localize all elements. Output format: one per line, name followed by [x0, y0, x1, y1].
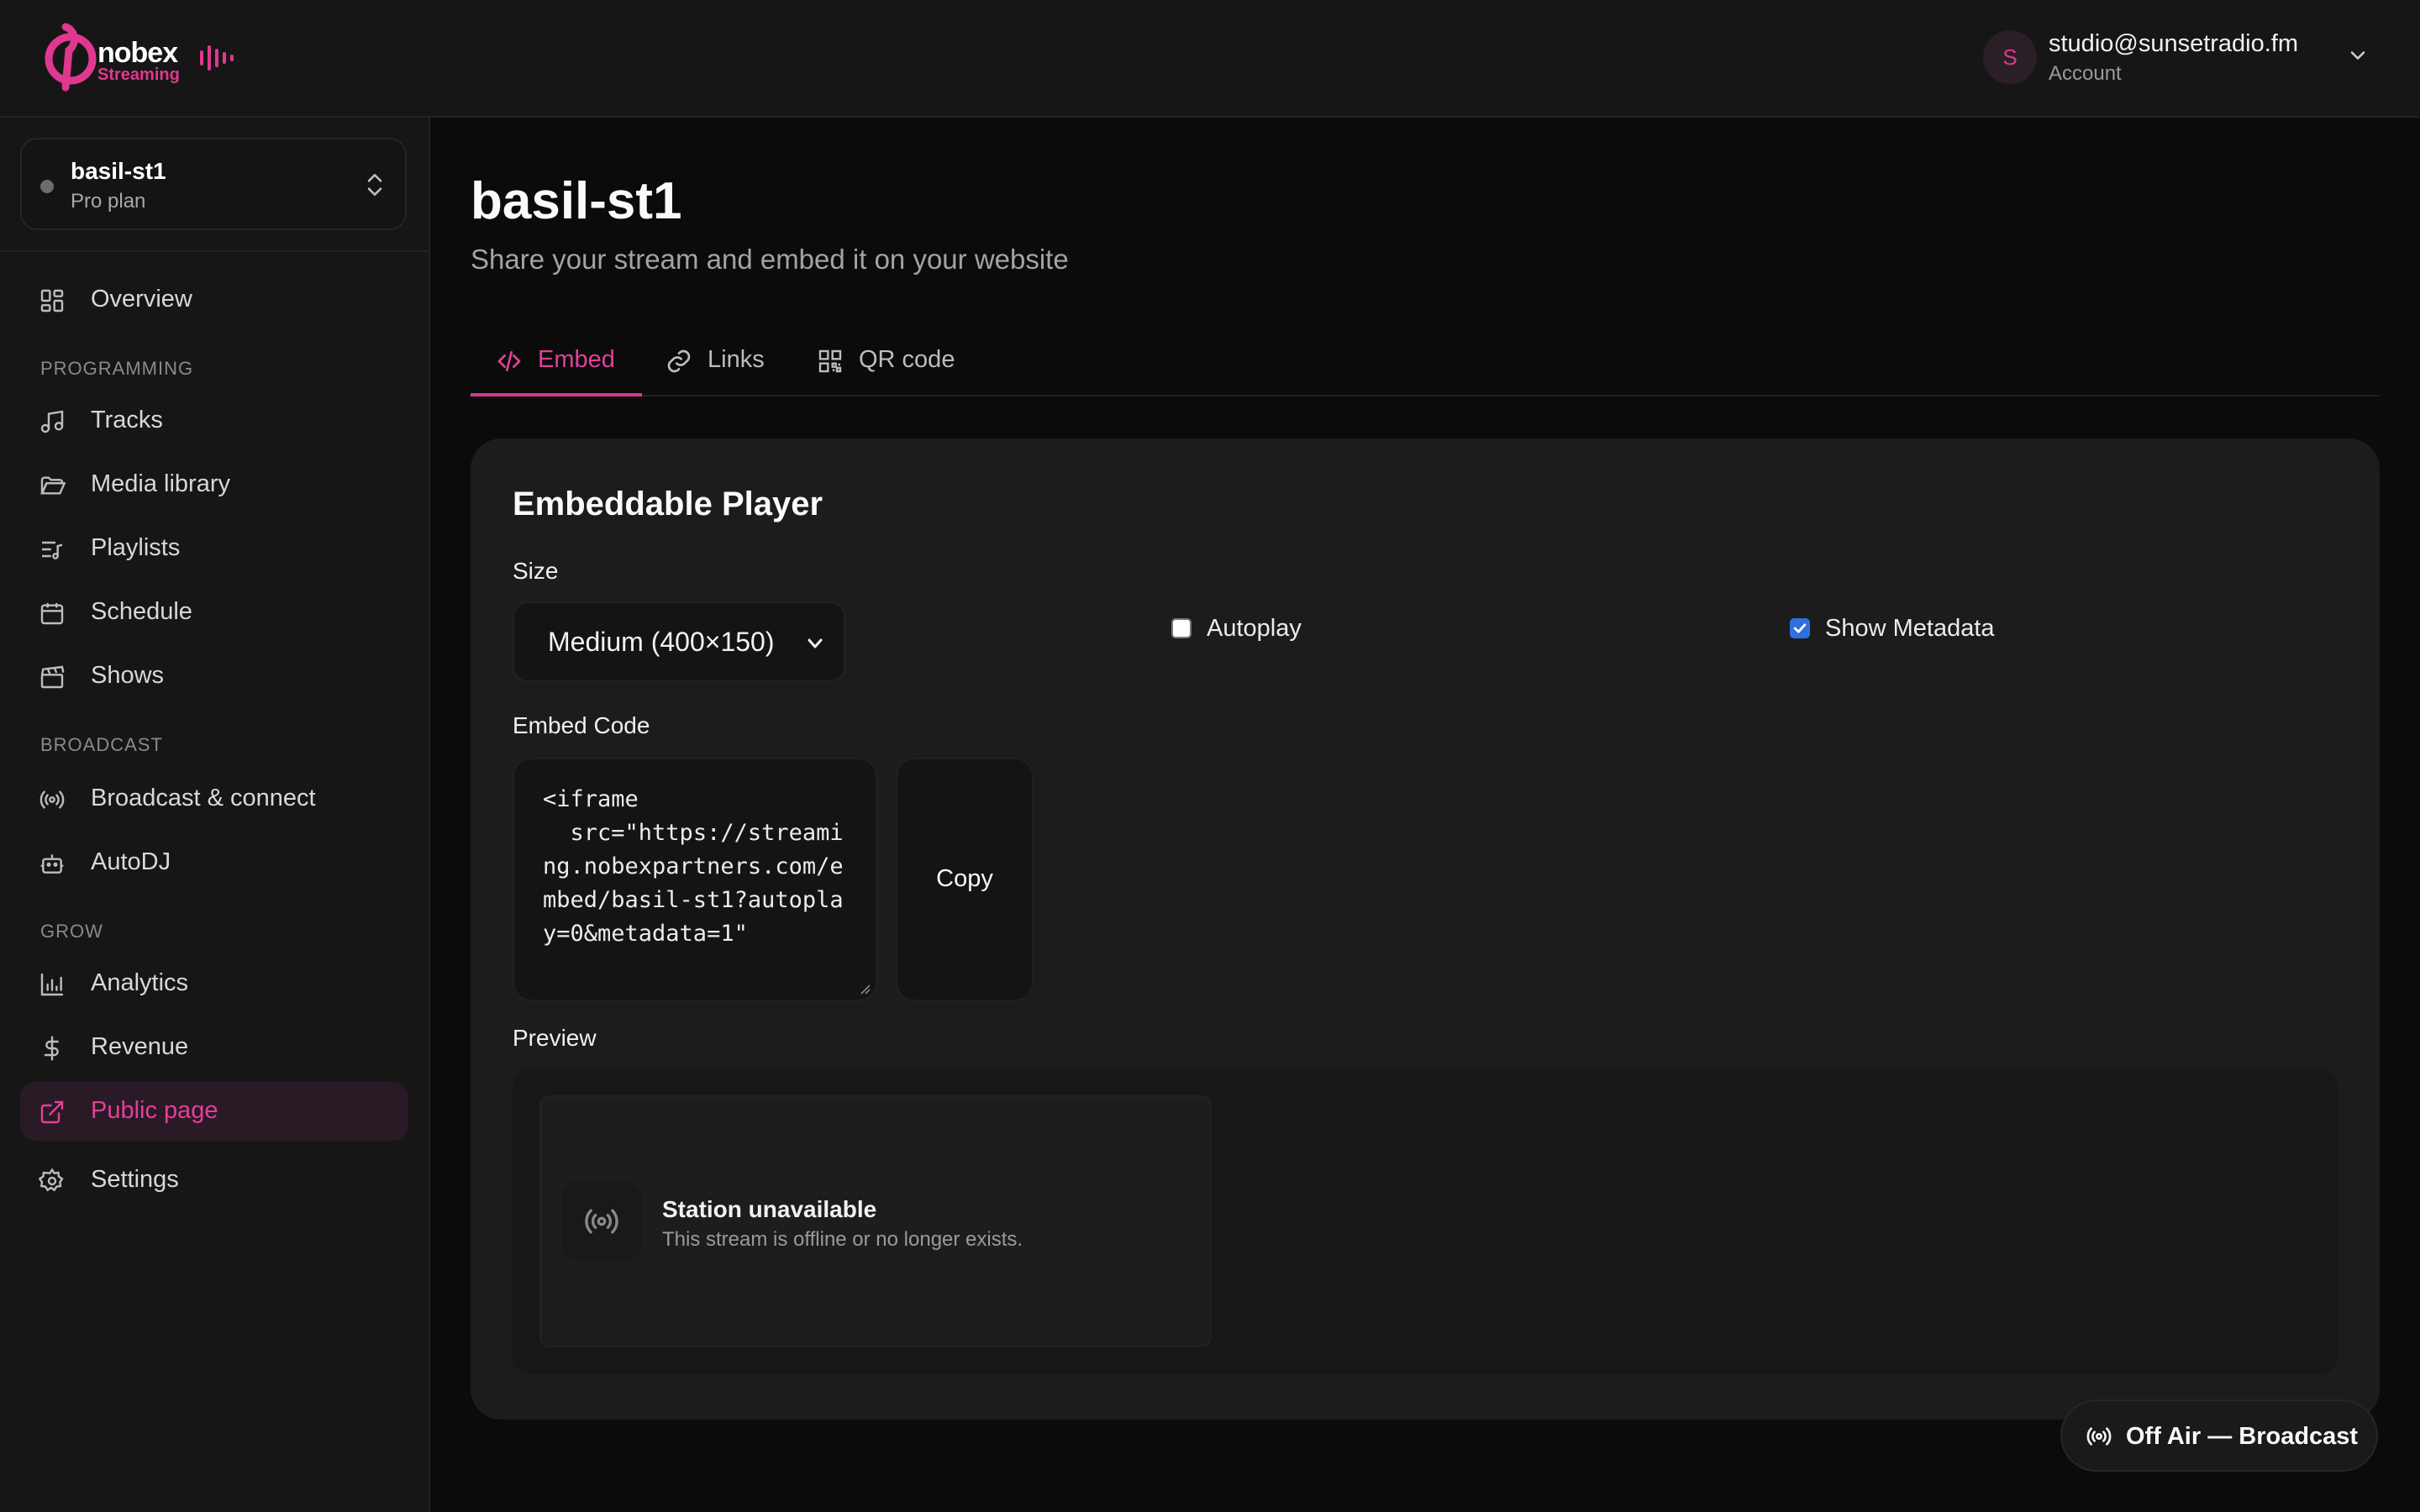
sidebar-item-broadcast-connect[interactable]: Broadcast & connect [20, 769, 408, 828]
broadcast-status-button[interactable]: Off Air — Broadcast [2060, 1399, 2378, 1472]
sidebar-item-label: Schedule [91, 598, 192, 625]
tab-links[interactable]: Links [650, 328, 793, 396]
chevron-up-down-icon [367, 174, 382, 196]
checkbox-checked[interactable] [1790, 618, 1810, 638]
sidebar-item-label: Analytics [91, 969, 189, 996]
sidebar-item-public-page[interactable]: Public page [20, 1082, 408, 1141]
preview-frame: Station unavailable This stream is offli… [513, 1068, 2338, 1374]
folder-open-icon [40, 476, 66, 495]
sidebar-divider [0, 250, 429, 252]
embed-code-label: Embed Code [513, 712, 650, 738]
logo-subtitle: Streaming [97, 66, 180, 84]
account-label: Account [2049, 62, 2122, 85]
sidebar-item-playlists[interactable]: Playlists [20, 519, 408, 578]
embed-card: Embeddable Player Size Medium (400×150) … [471, 438, 2380, 1420]
autoplay-checkbox[interactable]: Autoplay [1171, 612, 1339, 645]
account-menu[interactable]: S studio@sunsetradio.fm Account [1983, 29, 2370, 87]
top-bar: nobex Streaming S studio@sunsetradio.fm … [0, 0, 2420, 118]
resize-handle-icon[interactable] [859, 983, 871, 995]
size-label: Size [513, 558, 559, 584]
tab-label: Embed [538, 346, 615, 373]
sidebar-item-label: Media library [91, 470, 230, 497]
tab-qr-code[interactable]: QR code [803, 328, 980, 396]
checkmark-icon [1793, 623, 1807, 633]
nav-section-grow: GROW [40, 921, 103, 942]
sidebar-item-analytics[interactable]: Analytics [20, 954, 408, 1013]
player-icon-tile [561, 1181, 642, 1262]
page-subtitle: Share your stream and embed it on your w… [471, 244, 1069, 275]
nav-section-broadcast: BROADCAST [40, 734, 163, 755]
sidebar-item-autodj[interactable]: AutoDJ [20, 833, 408, 892]
size-select-value: Medium (400×150) [548, 627, 775, 657]
player-status-title: Station unavailable [662, 1196, 877, 1222]
size-select[interactable]: Medium (400×150) [513, 601, 845, 682]
checkbox-unchecked[interactable] [1171, 618, 1192, 638]
sidebar-item-label: Revenue [91, 1033, 189, 1060]
copy-button-label: Copy [936, 865, 993, 892]
broadcast-icon [39, 790, 65, 809]
chevron-down-icon [2350, 51, 2365, 60]
tab-bar: Embed Links QR code [471, 328, 2380, 396]
sidebar-item-label: Tracks [91, 407, 163, 433]
music-note-icon [40, 410, 64, 433]
broadcast-icon [2086, 1427, 2112, 1446]
copy-button[interactable]: Copy [896, 758, 1034, 1001]
chevron-down-icon [808, 638, 823, 648]
sidebar-item-label: Broadcast & connect [91, 785, 316, 811]
card-title: Embeddable Player [513, 486, 823, 522]
gear-icon [39, 1168, 64, 1192]
external-link-icon [40, 1100, 64, 1124]
show-metadata-checkbox[interactable]: Show Metadata [1790, 612, 2025, 645]
sidebar-item-media-library[interactable]: Media library [20, 455, 408, 514]
link-icon [667, 349, 691, 373]
account-email: studio@sunsetradio.fm [2049, 30, 2299, 57]
dollar-icon [44, 1036, 59, 1061]
embed-code-textarea[interactable]: <iframe src="https://streaming.nobexpart… [513, 758, 877, 1001]
sidebar-item-overview[interactable]: Overview [20, 270, 408, 329]
sidebar-item-schedule[interactable]: Schedule [20, 583, 408, 642]
station-selector[interactable]: basil-st1 Pro plan [20, 138, 407, 230]
sidebar-item-settings[interactable]: Settings [20, 1151, 408, 1210]
clapperboard-icon [40, 665, 65, 689]
audio-wave-icon [200, 45, 234, 71]
status-dot [40, 180, 54, 193]
sidebar-item-label: Shows [91, 662, 165, 689]
playlist-icon [42, 541, 63, 559]
main-content: basil-st1 Share your stream and embed it… [430, 118, 2420, 1512]
code-icon [497, 351, 521, 371]
autoplay-label: Autoplay [1207, 615, 1302, 642]
qr-code-icon [818, 349, 842, 373]
sidebar-item-label: AutoDJ [91, 848, 171, 875]
sidebar-item-label: Overview [91, 286, 192, 312]
station-plan: Pro plan [71, 190, 146, 213]
sidebar-item-revenue[interactable]: Revenue [20, 1018, 408, 1077]
sidebar-item-label: Settings [91, 1166, 179, 1193]
avatar: S [1983, 30, 2037, 84]
sidebar-item-shows[interactable]: Shows [20, 647, 408, 706]
station-name: basil-st1 [71, 158, 166, 184]
sidebar-item-tracks[interactable]: Tracks [20, 391, 408, 450]
dashboard-icon [40, 289, 64, 312]
broadcast-icon [585, 1209, 618, 1234]
preview-label: Preview [513, 1025, 597, 1051]
embedded-player: Station unavailable This stream is offli… [539, 1095, 1212, 1347]
treble-clef-icon [45, 23, 97, 92]
robot-icon [40, 854, 64, 874]
sidebar-item-label: Playlists [91, 534, 181, 561]
broadcast-status-label: Off Air — Broadcast [2126, 1423, 2359, 1450]
embed-code-text: <iframe src="https://streaming.nobexpart… [543, 786, 844, 947]
nobex-logo[interactable]: nobex Streaming [40, 22, 242, 92]
tab-label: QR code [859, 346, 955, 373]
bar-chart-icon [40, 973, 64, 996]
tab-label: Links [708, 346, 765, 373]
sidebar: basil-st1 Pro plan Overview PROGRAMMING … [0, 118, 430, 1512]
show-metadata-label: Show Metadata [1825, 615, 1995, 642]
sidebar-item-label: Public page [91, 1097, 218, 1124]
player-status-subtitle: This stream is offline or no longer exis… [662, 1228, 1023, 1251]
nav-section-programming: PROGRAMMING [40, 358, 194, 379]
tab-embed[interactable]: Embed [471, 328, 642, 396]
page-title: basil-st1 [471, 172, 682, 230]
calendar-icon [40, 603, 64, 625]
